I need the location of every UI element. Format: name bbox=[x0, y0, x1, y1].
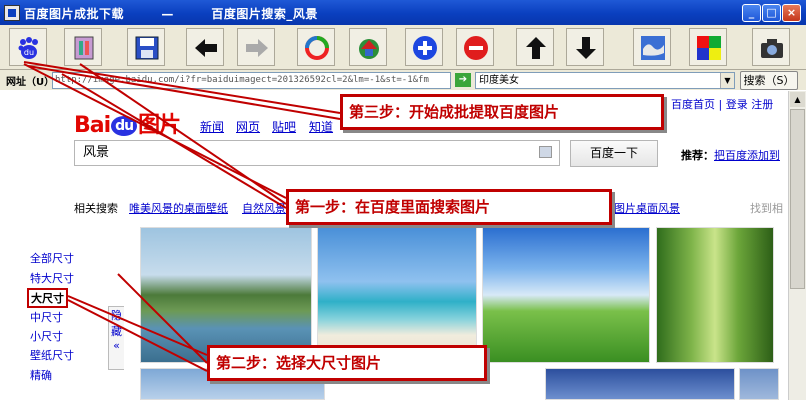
hide-panel-tab[interactable]: 隐藏 « bbox=[108, 306, 124, 370]
step3-callout: 第三步：开始成批提取百度图片 bbox=[340, 94, 664, 130]
result-count-text: 找到相 bbox=[750, 202, 783, 215]
recommend-label: 推荐： bbox=[681, 149, 714, 162]
search-query-value: 印度美女 bbox=[479, 75, 519, 86]
minimize-button[interactable]: _ bbox=[742, 4, 761, 22]
size-extra-large[interactable]: 特大尺寸 bbox=[30, 270, 74, 286]
svg-text:du: du bbox=[24, 48, 34, 57]
nav-tieba[interactable]: 贴吧 bbox=[272, 118, 296, 135]
image-camera-icon[interactable] bbox=[539, 146, 552, 158]
image-thumbnail[interactable] bbox=[545, 368, 735, 400]
image-search-input[interactable]: 风景 bbox=[74, 140, 560, 166]
title-bar: 百度图片成批下载 — 百度图片搜索_风景 _ □ × bbox=[0, 0, 806, 25]
app-icon bbox=[4, 5, 20, 21]
home-icon bbox=[359, 39, 379, 59]
back-button[interactable] bbox=[186, 28, 224, 66]
arrow-up-icon bbox=[526, 37, 546, 59]
maximize-button[interactable]: □ bbox=[762, 4, 781, 22]
up-button[interactable] bbox=[516, 28, 554, 66]
map-icon bbox=[641, 36, 665, 60]
color-grid-button[interactable] bbox=[689, 28, 727, 66]
forward-button[interactable] bbox=[237, 28, 275, 66]
search-button[interactable]: 搜索（S） bbox=[740, 71, 798, 90]
refresh-button[interactable] bbox=[297, 28, 335, 66]
image-thumbnail[interactable] bbox=[739, 368, 779, 400]
forward-arrow-icon bbox=[246, 39, 268, 57]
logo-text-bai: Bai bbox=[74, 113, 111, 138]
size-medium[interactable]: 中尺寸 bbox=[30, 309, 63, 325]
image-thumbnail[interactable] bbox=[482, 227, 650, 363]
size-wallpaper[interactable]: 壁纸尺寸 bbox=[30, 347, 74, 363]
baidu-paw-button[interactable]: du bbox=[9, 28, 47, 66]
home-button[interactable] bbox=[349, 28, 387, 66]
save-button[interactable] bbox=[127, 28, 165, 66]
step1-callout: 第一步：在百度里面搜索图片 bbox=[286, 189, 612, 225]
address-bar: 网址（U） http://image.baidu.com/i?fr=baidui… bbox=[0, 70, 806, 90]
nav-news[interactable]: 新闻 bbox=[200, 118, 224, 135]
toolbar: du bbox=[0, 25, 806, 70]
size-exact[interactable]: 精确 bbox=[30, 367, 52, 383]
back-arrow-icon bbox=[195, 39, 217, 57]
scroll-thumb[interactable] bbox=[790, 109, 805, 289]
down-button[interactable] bbox=[566, 28, 604, 66]
zoom-in-icon bbox=[413, 36, 437, 60]
arrow-down-icon bbox=[576, 37, 596, 59]
image-thumbnail[interactable] bbox=[140, 227, 312, 363]
size-large[interactable]: 大尺寸 bbox=[27, 288, 68, 308]
window-title: 百度图片成批下载 — 百度图片搜索_风景 bbox=[24, 7, 318, 21]
search-query-combo[interactable]: 印度美女 ▼ bbox=[475, 72, 735, 89]
logo-text-du: du bbox=[111, 116, 138, 136]
zoom-out-icon bbox=[464, 36, 488, 60]
scroll-up-icon[interactable]: ▲ bbox=[790, 92, 805, 107]
related-link[interactable]: 图片桌面风景 bbox=[614, 200, 680, 216]
image-thumbnail[interactable] bbox=[656, 227, 774, 363]
batch-download-icon bbox=[74, 36, 94, 60]
camera-button[interactable] bbox=[752, 28, 790, 66]
save-disk-icon bbox=[135, 36, 159, 60]
zoom-in-button[interactable] bbox=[405, 28, 443, 66]
baidu-image-logo[interactable]: Bai du 图片 bbox=[74, 107, 181, 139]
nav-zhidao[interactable]: 知道 bbox=[309, 118, 333, 135]
baidu-paw-icon: du bbox=[18, 37, 38, 59]
related-link[interactable]: 自然风景 bbox=[242, 200, 286, 216]
chevron-down-icon[interactable]: ▼ bbox=[720, 73, 734, 88]
batch-download-button[interactable] bbox=[64, 28, 102, 66]
size-all[interactable]: 全部尺寸 bbox=[30, 250, 74, 266]
nav-web[interactable]: 网页 bbox=[236, 118, 260, 135]
camera-icon bbox=[761, 39, 783, 58]
related-link[interactable]: 唯美风景的桌面壁纸 bbox=[129, 200, 228, 216]
close-button[interactable]: × bbox=[782, 4, 801, 22]
related-search-label: 相关搜索 bbox=[74, 202, 118, 215]
recommend-link[interactable]: 把百度添加到 bbox=[714, 149, 780, 162]
baidu-search-button[interactable]: 百度一下 bbox=[570, 140, 658, 167]
go-arrow-icon[interactable]: ➔ bbox=[455, 73, 471, 87]
map-button[interactable] bbox=[633, 28, 671, 66]
logo-text-image: 图片 bbox=[138, 113, 181, 138]
url-input[interactable]: http://image.baidu.com/i?fr=baiduimagect… bbox=[52, 72, 451, 89]
color-grid-icon bbox=[697, 36, 721, 60]
step2-callout: 第二步：选择大尺寸图片 bbox=[207, 345, 487, 381]
refresh-icon bbox=[305, 36, 329, 60]
image-thumbnail[interactable] bbox=[317, 227, 477, 363]
zoom-out-button[interactable] bbox=[456, 28, 494, 66]
user-links[interactable]: 百度首页 | 登录 注册 bbox=[671, 96, 773, 112]
vertical-scrollbar[interactable]: ▲ bbox=[788, 91, 806, 400]
address-label: 网址（U） bbox=[6, 77, 55, 88]
recommend: 推荐：把百度添加到 bbox=[681, 147, 780, 163]
size-small[interactable]: 小尺寸 bbox=[30, 328, 63, 344]
